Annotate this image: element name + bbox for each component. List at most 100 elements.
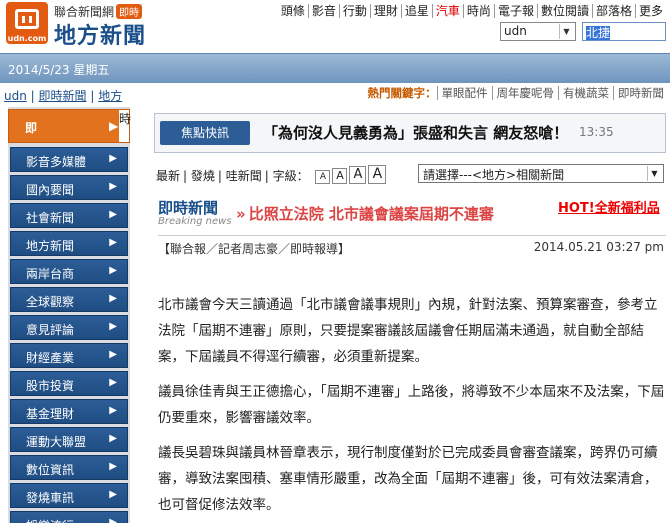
topnav-item[interactable]: 部落格 <box>592 4 636 18</box>
sidebar-item-label: 發燒車訊 <box>26 491 75 505</box>
tab-wow-news[interactable]: 哇新聞 <box>226 169 265 183</box>
article-byline: 【聯合報／記者周志豪／即時報導】 2014.05.21 03:27 pm <box>158 235 666 257</box>
current-date: 2014/5/23 星期五 <box>8 63 110 77</box>
sidebar-item-label: 基金理財 <box>26 407 75 421</box>
topnav-item[interactable]: 更多 <box>636 4 666 18</box>
article-toolbar: 最新 | 發燒 | 哇新聞 | 字級： AAAA <box>156 165 388 184</box>
hot-keyword[interactable]: 即時新聞 <box>613 86 668 100</box>
chevron-right-icon: ▶ <box>109 153 117 164</box>
search-scope-select[interactable]: udn ▼ <box>500 22 576 41</box>
article-body: 北市議會今天三讀通過「北市議會議事規則」內規，針對法案、預算案審查，參考立法院「… <box>158 292 666 523</box>
sidebar-item-label: 財經產業 <box>26 351 75 365</box>
sidebar-item-label: 地方新聞 <box>26 239 75 253</box>
sidebar-item[interactable]: 數位資訊 ▶ <box>10 455 128 480</box>
chevron-down-icon: ▼ <box>647 166 661 181</box>
topnav-item[interactable]: 電子報 <box>494 4 538 18</box>
sidebar-item[interactable]: 地方新聞 ▶ <box>10 231 128 256</box>
chevron-right-icon: ▶ <box>109 433 117 444</box>
article-title: » 比照立法院 北市議會議案屆期不連審 <box>236 205 494 223</box>
tab-latest[interactable]: 最新 <box>156 169 183 183</box>
font-size-xlarge-button[interactable]: A <box>368 165 387 184</box>
sidebar: 即 ▶ 時 影音多媒體 ▶ 國內要聞 ▶ 社會新聞 ▶ 地方新聞 ▶ 兩岸台商 ▶ 全球觀察 ▶ 意見評… <box>8 107 131 523</box>
sidebar-item[interactable]: 影音多媒體 ▶ <box>10 147 128 172</box>
chevron-right-icon: ▶ <box>109 181 117 192</box>
chevron-right-icon: ▶ <box>109 293 117 304</box>
logo-badge: 即時 <box>116 4 143 19</box>
udn-logo-icon: udn.com <box>6 2 48 44</box>
publish-time: 2014.05.21 03:27 pm <box>533 240 664 254</box>
topnav-item[interactable]: 頭條 <box>277 4 309 18</box>
sidebar-item-label: 全球觀察 <box>26 295 75 309</box>
sidebar-item[interactable]: 全球觀察 ▶ <box>10 287 128 312</box>
breadcrumb-breaking[interactable]: 即時新聞 <box>39 89 87 103</box>
chevron-right-icon: ▶ <box>109 321 117 332</box>
sidebar-item[interactable]: 股市投資 ▶ <box>10 371 128 396</box>
sidebar-item[interactable]: 娛樂流行 ▶ <box>10 511 128 523</box>
section-heading: 即時新聞 Breaking news <box>158 199 232 227</box>
hot-keywords: 熱門關鍵字： 單眼配件 周年慶呢骨 有機蔬菜 即時新聞 <box>367 85 668 101</box>
breadcrumb-local[interactable]: 地方 <box>98 89 122 103</box>
quick-news-tag: 焦點快訊 <box>160 121 250 145</box>
chevron-down-icon: ▼ <box>559 24 573 39</box>
sidebar-item[interactable]: 基金理財 ▶ <box>10 399 128 424</box>
section-subheading: Breaking news <box>158 216 232 227</box>
site-header: udn.com 聯合新聞網 即時 地方新聞 頭條 影音 行動 理財 追星 汽車 時尚 電子報 數位… <box>0 0 670 50</box>
sidebar-item-label: 國內要聞 <box>26 183 75 197</box>
article-paragraph: 議長吳碧珠與議員林晉章表示，現行制度僅對於已完成委員會審查議案，跨界仍可續審，導… <box>158 445 658 513</box>
sidebar-item[interactable]: 運動大聯盟 ▶ <box>10 427 128 452</box>
sidebar-item-label: 股市投資 <box>26 379 75 393</box>
quick-news-bar: 焦點快訊 「為何沒人見義勇為」張盛和失言 網友怒嗆！ 13:35 <box>154 113 666 153</box>
breadcrumb: udn | 即時新聞 | 地方 <box>4 89 123 103</box>
sidebar-item[interactable]: 意見評論 ▶ <box>10 315 128 340</box>
sidebar-item[interactable]: 社會新聞 ▶ <box>10 203 128 228</box>
topnav-item[interactable]: 數位閱讀 <box>537 4 593 18</box>
sidebar-item-label: 影音多媒體 <box>26 155 87 169</box>
sidebar-item-label: 意見評論 <box>26 323 75 337</box>
chevron-right-icon: ▶ <box>109 349 117 360</box>
quick-news-headline[interactable]: 「為何沒人見義勇為」張盛和失言 網友怒嗆！ <box>263 122 568 143</box>
chevron-right-icon: ▶ <box>109 461 117 472</box>
hot-keyword[interactable]: 有機蔬菜 <box>558 86 613 100</box>
chevron-right-icon: ▶ <box>109 265 117 276</box>
sidebar-item[interactable]: 兩岸台商 ▶ <box>10 259 128 284</box>
topnav-item[interactable]: 汽車 <box>432 4 464 18</box>
chevron-right-icon: ▶ <box>109 405 117 416</box>
chevron-right-icon: ▶ <box>109 237 117 248</box>
article-paragraph: 議員徐佳青與王正德擔心，「屆期不連審」上路後，將導致不少本屆來不及法案，下屆仍要… <box>158 384 665 426</box>
breadcrumb-udn[interactable]: udn <box>4 89 27 103</box>
site-logo[interactable]: udn.com 聯合新聞網 即時 地方新聞 <box>6 2 156 49</box>
font-size-medium-button[interactable]: A <box>332 168 348 184</box>
font-size-large-button[interactable]: A <box>349 166 367 184</box>
promo-link[interactable]: HOT!全新福利品 <box>558 197 660 216</box>
tab-hot[interactable]: 發燒 <box>191 169 218 183</box>
hot-keyword[interactable]: 單眼配件 <box>436 86 492 100</box>
chevron-right-icon: ▶ <box>109 119 119 133</box>
sidebar-item-label: 運動大聯盟 <box>26 435 87 449</box>
logo-title: 地方新聞 <box>54 24 147 49</box>
chevron-right-icon: ▶ <box>109 517 117 523</box>
sidebar-item-label: 娛樂流行 <box>26 517 74 523</box>
sidebar-item[interactable]: 發燒車訊 ▶ <box>10 483 128 508</box>
search-input[interactable]: 北捷 <box>582 22 666 41</box>
hot-keywords-label: 熱門關鍵字： <box>367 86 437 100</box>
sidebar-item-breaking[interactable]: 即 ▶ 時 <box>8 109 131 143</box>
chevron-right-icon: ▶ <box>109 209 117 220</box>
sidebar-item[interactable]: 財經產業 ▶ <box>10 343 128 368</box>
sidebar-item-label: 社會新聞 <box>26 211 75 225</box>
related-news-select[interactable]: 請選擇---<地方>相關新聞 ▼ <box>418 164 664 183</box>
topnav-item[interactable]: 影音 <box>308 4 340 18</box>
sidebar-item-label: 數位資訊 <box>26 463 75 477</box>
font-size-label: 字級： <box>272 169 309 183</box>
topnav-item[interactable]: 時尚 <box>463 4 495 18</box>
topnav-item[interactable]: 追星 <box>401 4 433 18</box>
topnav-item[interactable]: 行動 <box>339 4 371 18</box>
article-paragraph: 北市議會今天三讀通過「北市議會議事規則」內規，針對法案、預算案審查，參考立法院「… <box>158 297 658 365</box>
date-bar: 2014/5/23 星期五 <box>0 53 670 83</box>
top-navigation: 頭條 影音 行動 理財 追星 汽車 時尚 電子報 數位閱讀 部落格 更多 <box>277 2 666 19</box>
sidebar-item-label: 兩岸台商 <box>26 267 75 281</box>
double-chevron-icon: » <box>236 205 246 223</box>
topnav-item[interactable]: 理財 <box>370 4 402 18</box>
sidebar-item[interactable]: 國內要聞 ▶ <box>10 175 128 200</box>
hot-keyword[interactable]: 周年慶呢骨 <box>491 86 558 100</box>
font-size-small-button[interactable]: A <box>315 170 331 184</box>
